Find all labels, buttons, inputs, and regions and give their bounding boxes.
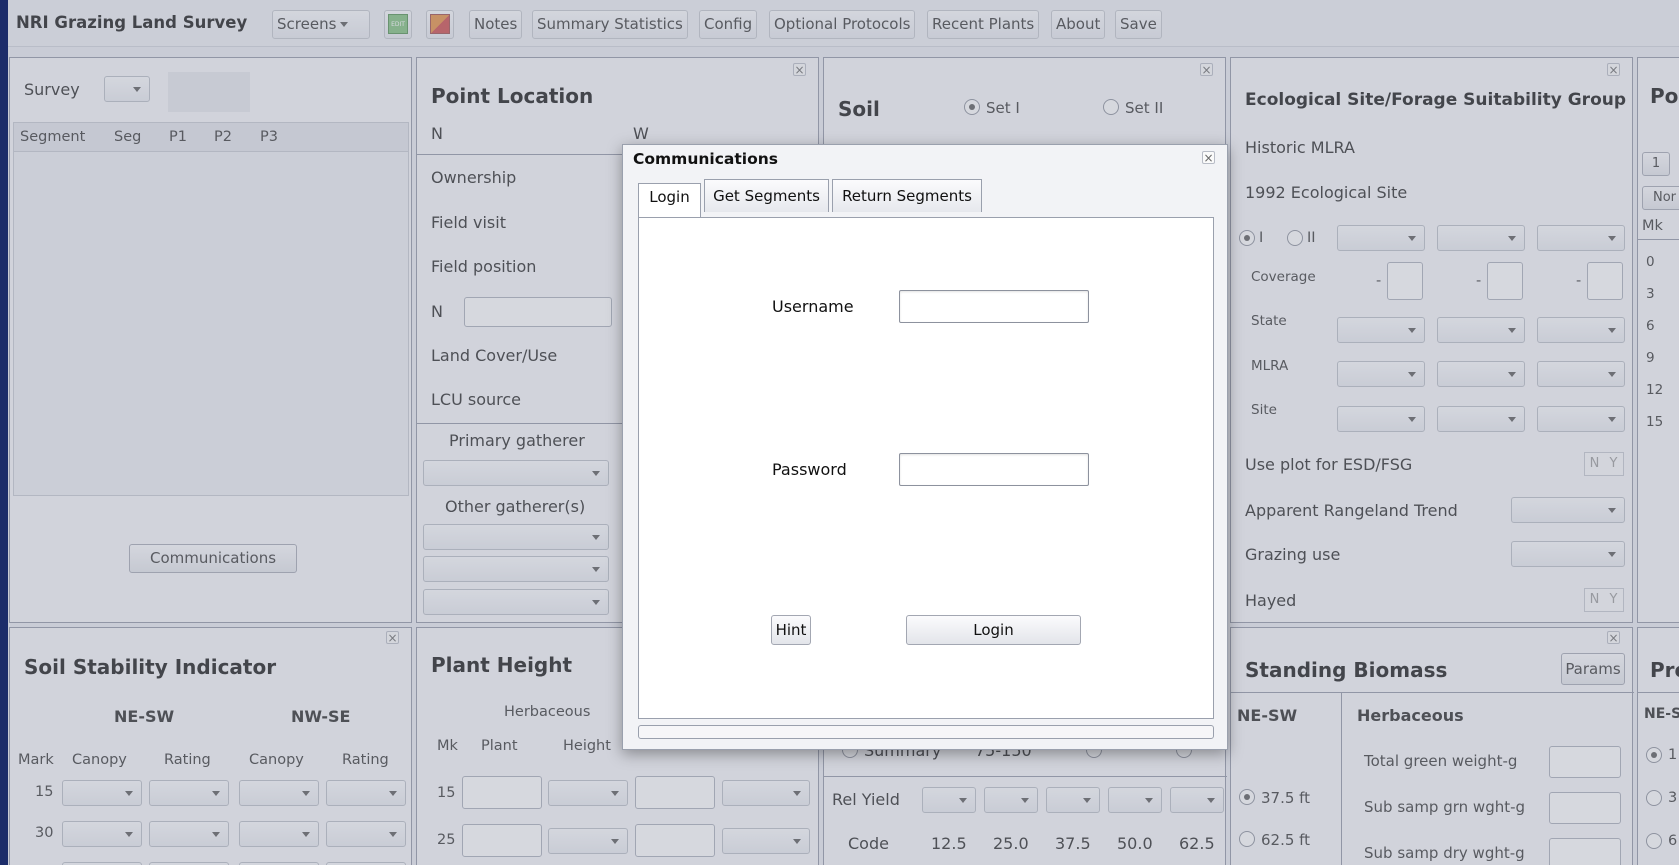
- status-bar: [638, 725, 1214, 739]
- password-label: Password: [772, 460, 847, 479]
- login-tab-content: Username Password Hint Login: [638, 217, 1214, 719]
- tab-get-segments[interactable]: Get Segments: [704, 179, 829, 212]
- tab-login[interactable]: Login: [638, 183, 701, 217]
- communications-dialog: Communications × Login Get Segments Retu…: [622, 144, 1228, 750]
- close-icon[interactable]: ×: [1202, 151, 1215, 164]
- username-input[interactable]: [899, 290, 1089, 323]
- password-input[interactable]: [899, 453, 1089, 486]
- tab-return-segments[interactable]: Return Segments: [832, 179, 982, 212]
- username-label: Username: [772, 297, 854, 316]
- login-button[interactable]: Login: [906, 615, 1081, 645]
- hint-button[interactable]: Hint: [771, 615, 811, 645]
- dialog-title: Communications: [633, 150, 778, 168]
